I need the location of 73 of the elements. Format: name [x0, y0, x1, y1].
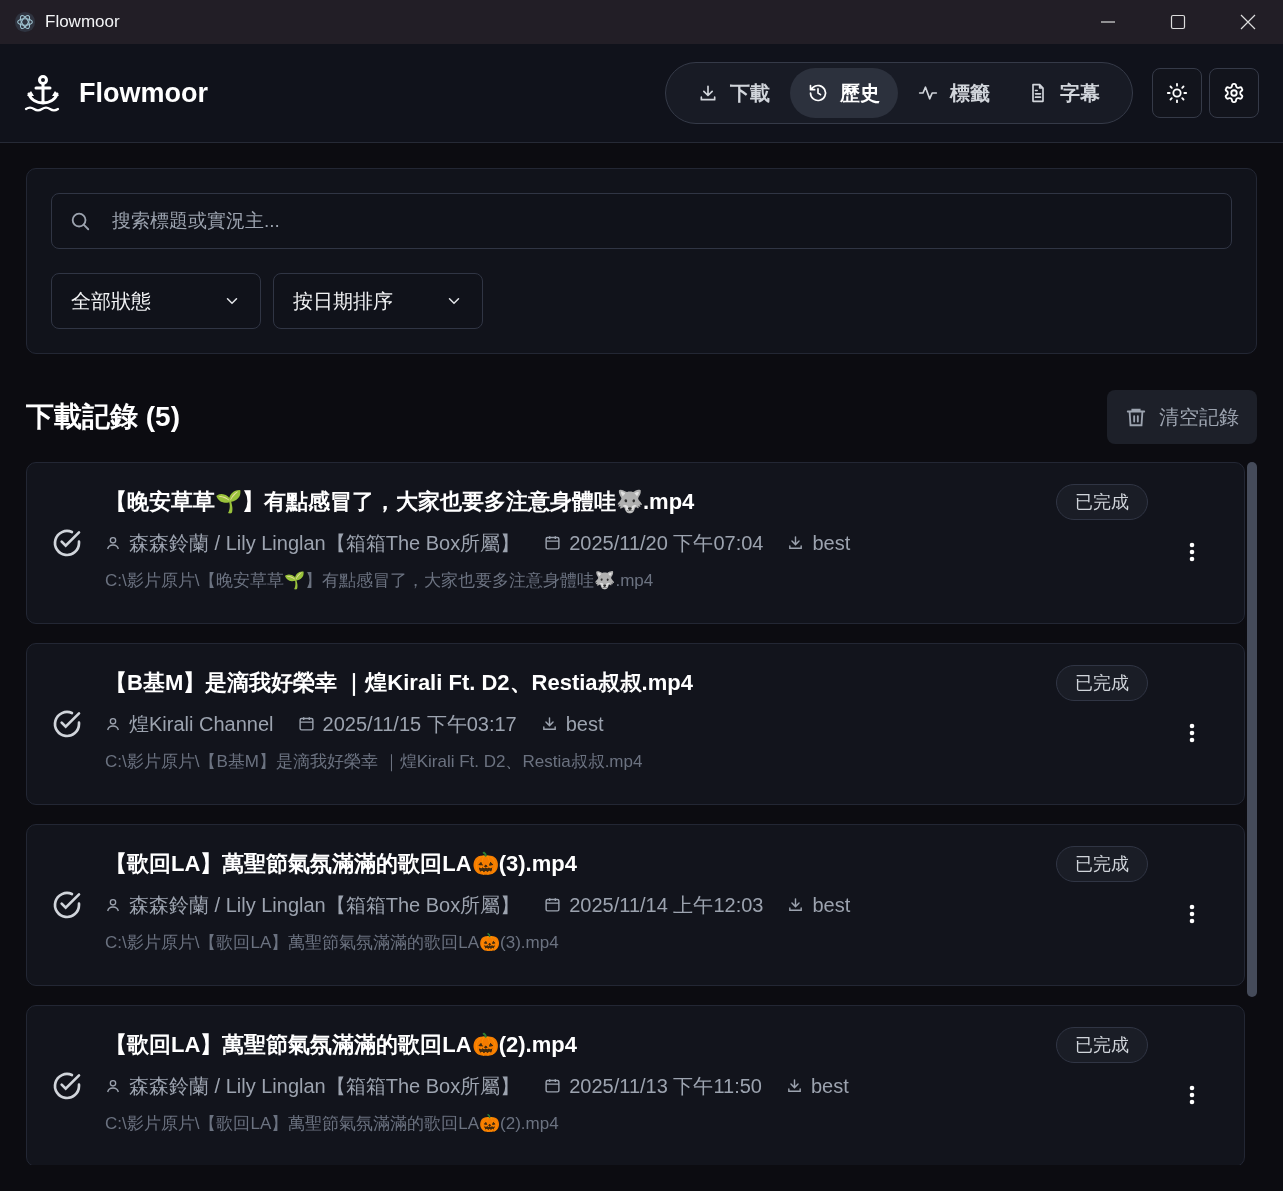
settings-button[interactable] — [1209, 68, 1259, 118]
check-circle-icon — [51, 889, 83, 921]
author-name: 煌Kirali Channel — [129, 711, 274, 737]
record-card[interactable]: 【B基M】是滴我好榮幸 ｜煌Kirali Ft. D2、Restia叔叔.mp4 煌Kirali Channel 2025/11/15 下午03:17 best C:\影片原片\【B基M】是滴我好榮幸 ｜煌Kirali Ft. D2、Restia叔叔.mp4 已完成 — [26, 643, 1245, 805]
pulse-icon — [918, 83, 938, 103]
clear-history-button[interactable]: 清空記錄 — [1107, 390, 1257, 444]
download-icon — [698, 83, 718, 103]
app-name: Flowmoor — [79, 76, 208, 110]
filter-dropdown[interactable]: 全部狀態 — [51, 273, 261, 329]
file-path: C:\影片原片\【歌回LA】萬聖節氣氛滿滿的歌回LA🎃(3).mp4 — [105, 931, 560, 954]
download-icon — [540, 715, 558, 733]
user-icon — [105, 534, 121, 551]
author-name: 森森鈴蘭 / Lily Linglan【箱箱The Box所屬】 — [129, 1073, 521, 1099]
download-icon — [787, 896, 805, 914]
user-icon — [105, 715, 121, 732]
check-circle-icon — [51, 527, 83, 559]
download-date: 2025/11/15 下午03:17 — [322, 711, 517, 737]
theme-button[interactable] — [1152, 68, 1202, 118]
record-title: 【歌回LA】萬聖節氣氛滿滿的歌回LA🎃(3).mp4 — [105, 849, 578, 878]
more-vertical-icon — [1189, 904, 1195, 924]
status-badge: 已完成 — [1056, 665, 1148, 701]
record-card[interactable]: 【歌回LA】萬聖節氣氛滿滿的歌回LA🎃(2).mp4 森森鈴蘭 / Lily Linglan【箱箱The Box所屬】 2025/11/13 下午11:50 best C:\影片原片\【歌回LA】萬聖節氣氛滿滿的歌回LA🎃(2).mp4 已完成 — [26, 1005, 1245, 1165]
record-title: 【晚安草草🌱】有點感冒了，大家也要多注意身體哇🐺.mp4 — [105, 487, 696, 516]
close-icon — [1240, 14, 1256, 30]
record-title: 【B基M】是滴我好榮幸 ｜煌Kirali Ft. D2、Restia叔叔.mp4 — [105, 668, 694, 698]
file-path: C:\影片原片\【B基M】是滴我好榮幸 ｜煌Kirali Ft. D2、Restia叔叔.mp4 — [105, 750, 644, 774]
check-circle-icon — [51, 1070, 83, 1102]
trash-icon — [1125, 406, 1147, 428]
settings-icon — [1223, 82, 1245, 104]
file-path: C:\影片原片\【歌回LA】萬聖節氣氛滿滿的歌回LA🎃(2).mp4 — [105, 1112, 560, 1135]
file-path: C:\影片原片\【晚安草草🌱】有點感冒了，大家也要多注意身體哇🐺.mp4 — [105, 569, 655, 592]
download-icon — [785, 1077, 803, 1095]
more-vertical-icon — [1189, 1085, 1195, 1105]
nav-tab[interactable]: 標籤 — [900, 68, 1008, 118]
nav-tab[interactable]: 下載 — [680, 68, 788, 118]
calendar-icon — [297, 715, 315, 733]
download-icon — [787, 534, 805, 552]
anchor-icon — [24, 74, 62, 112]
author-name: 森森鈴蘭 / Lily Linglan【箱箱The Box所屬】 — [129, 530, 521, 556]
window-title: Flowmoor — [45, 11, 120, 34]
download-date: 2025/11/20 下午07:04 — [569, 530, 764, 556]
calendar-icon — [544, 896, 562, 914]
nav-tab[interactable]: 字幕 — [1010, 68, 1118, 118]
user-icon — [105, 896, 121, 913]
list-heading: 下載記錄 (5) — [26, 400, 180, 434]
more-vertical-icon — [1189, 723, 1195, 743]
record-title: 【歌回LA】萬聖節氣氛滿滿的歌回LA🎃(2).mp4 — [105, 1030, 578, 1059]
quality-label: best — [812, 530, 851, 556]
quality-label: best — [810, 1073, 849, 1099]
minimize-icon — [1100, 21, 1116, 23]
search-field[interactable]: 搜索標題或實況主... — [51, 193, 1232, 249]
quality-label: best — [812, 892, 851, 918]
check-circle-icon — [51, 708, 83, 740]
download-date: 2025/11/14 上午12:03 — [569, 892, 764, 918]
app-icon — [14, 11, 36, 33]
record-card[interactable]: 【晚安草草🌱】有點感冒了，大家也要多注意身體哇🐺.mp4 森森鈴蘭 / Lily Linglan【箱箱The Box所屬】 2025/11/20 下午07:04 best C:\影片原片\【晚安草草🌱】有點感冒了，大家也要多注意身體哇🐺.mp4 已完成 — [26, 462, 1245, 624]
author-name: 森森鈴蘭 / Lily Linglan【箱箱The Box所屬】 — [129, 892, 521, 918]
maximize-icon — [1170, 14, 1186, 30]
user-icon — [105, 1077, 121, 1094]
calendar-icon — [544, 534, 562, 552]
status-badge: 已完成 — [1056, 846, 1148, 882]
nav-tab[interactable]: 歷史 — [790, 68, 898, 118]
history-icon — [808, 83, 828, 103]
more-vertical-icon — [1189, 542, 1195, 562]
quality-label: best — [565, 711, 604, 737]
sun-icon — [1166, 82, 1188, 104]
status-badge: 已完成 — [1056, 1027, 1148, 1063]
search-icon — [69, 210, 91, 232]
download-date: 2025/11/13 下午11:50 — [569, 1073, 762, 1099]
filter-dropdown[interactable]: 按日期排序 — [273, 273, 483, 329]
status-badge: 已完成 — [1056, 484, 1148, 520]
record-card[interactable]: 【歌回LA】萬聖節氣氛滿滿的歌回LA🎃(3).mp4 森森鈴蘭 / Lily Linglan【箱箱The Box所屬】 2025/11/14 上午12:03 best C:\影片原片\【歌回LA】萬聖節氣氛滿滿的歌回LA🎃(3).mp4 已完成 — [26, 824, 1245, 986]
calendar-icon — [544, 1077, 562, 1095]
